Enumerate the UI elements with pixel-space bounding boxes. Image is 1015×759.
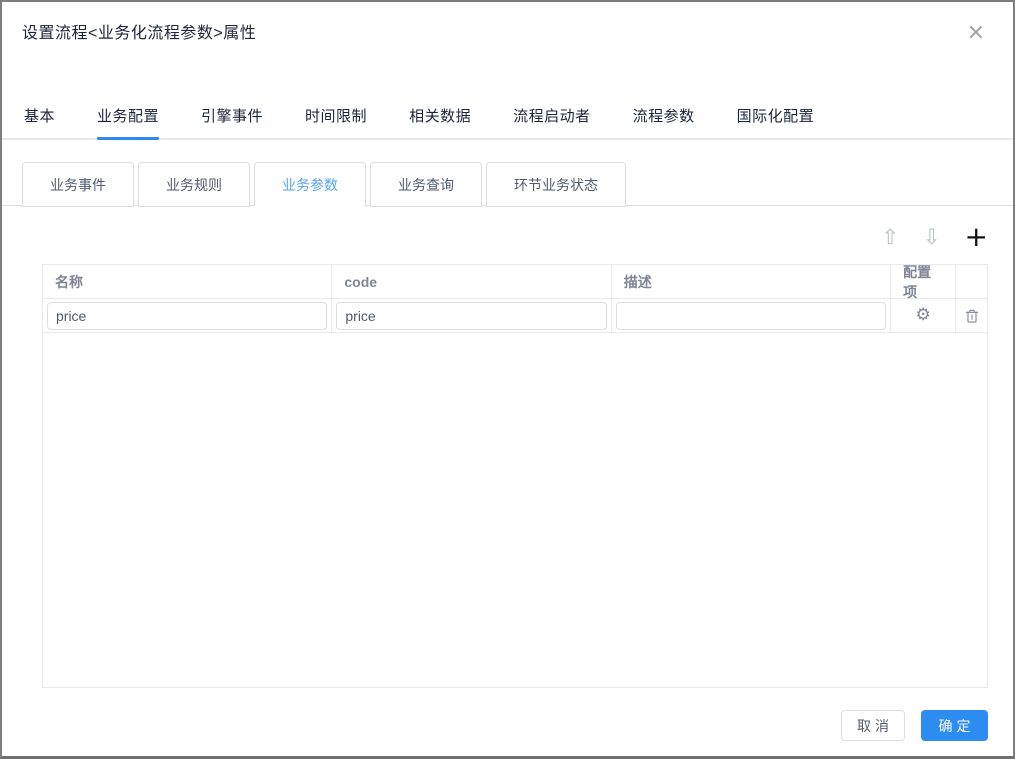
- trash-icon[interactable]: [964, 308, 980, 324]
- table-row: ⚙: [43, 299, 987, 333]
- sub-tabs: 业务事件 业务规则 业务参数 业务查询 环节业务状态: [2, 162, 1013, 206]
- column-header-description: 描述: [612, 265, 891, 299]
- description-input[interactable]: [616, 302, 886, 330]
- main-tabs: 基本 业务配置 引擎事件 时间限制 相关数据 流程启动者 流程参数 国际化配置: [2, 105, 1013, 140]
- table-empty-area: [43, 333, 987, 687]
- process-properties-dialog: { "dialog": { "title": "设置流程<业务化流程参数>属性"…: [0, 0, 1015, 759]
- description-cell: [612, 299, 891, 333]
- column-header-code: code: [332, 265, 611, 299]
- cancel-button[interactable]: 取消: [841, 710, 905, 741]
- move-down-icon[interactable]: ⇩: [923, 227, 941, 248]
- column-header-actions: [956, 265, 987, 299]
- tab-related-data[interactable]: 相关数据: [409, 105, 471, 138]
- tab-i18n-config[interactable]: 国际化配置: [737, 105, 815, 138]
- code-input[interactable]: [336, 302, 606, 330]
- dialog-title: 设置流程<业务化流程参数>属性: [22, 24, 256, 44]
- column-header-name: 名称: [43, 265, 332, 299]
- ok-button[interactable]: 确定: [921, 710, 988, 741]
- name-input[interactable]: [47, 302, 327, 330]
- close-icon[interactable]: ×: [963, 24, 989, 42]
- tab-basic[interactable]: 基本: [24, 105, 55, 138]
- column-header-config: 配置项: [891, 265, 956, 299]
- dialog-footer: 取消 确定: [2, 710, 988, 741]
- subtab-business-params[interactable]: 业务参数: [254, 162, 366, 206]
- subtab-business-events[interactable]: 业务事件: [22, 162, 134, 206]
- tab-engine-events[interactable]: 引擎事件: [201, 105, 263, 138]
- tab-time-limit[interactable]: 时间限制: [305, 105, 367, 138]
- tab-process-initiator[interactable]: 流程启动者: [513, 105, 591, 138]
- gear-icon[interactable]: ⚙: [916, 307, 931, 324]
- move-up-icon[interactable]: ⇧: [881, 227, 899, 248]
- subtab-step-business-status[interactable]: 环节业务状态: [486, 162, 626, 206]
- add-row-icon[interactable]: +: [965, 225, 988, 249]
- table-header-row: 名称 code 描述 配置项: [43, 265, 987, 299]
- name-cell: [43, 299, 332, 333]
- subtab-business-query[interactable]: 业务查询: [370, 162, 482, 206]
- subtab-business-rules[interactable]: 业务规则: [138, 162, 250, 206]
- dialog-header: 设置流程<业务化流程参数>属性 ×: [2, 2, 1013, 44]
- code-cell: [332, 299, 611, 333]
- params-table: 名称 code 描述 配置项 ⚙: [42, 264, 988, 688]
- config-cell: ⚙: [891, 299, 956, 333]
- tab-process-params[interactable]: 流程参数: [633, 105, 695, 138]
- table-toolbar: ⇧ ⇩ +: [2, 222, 988, 252]
- tab-business-config[interactable]: 业务配置: [97, 105, 159, 138]
- actions-cell: [956, 299, 987, 333]
